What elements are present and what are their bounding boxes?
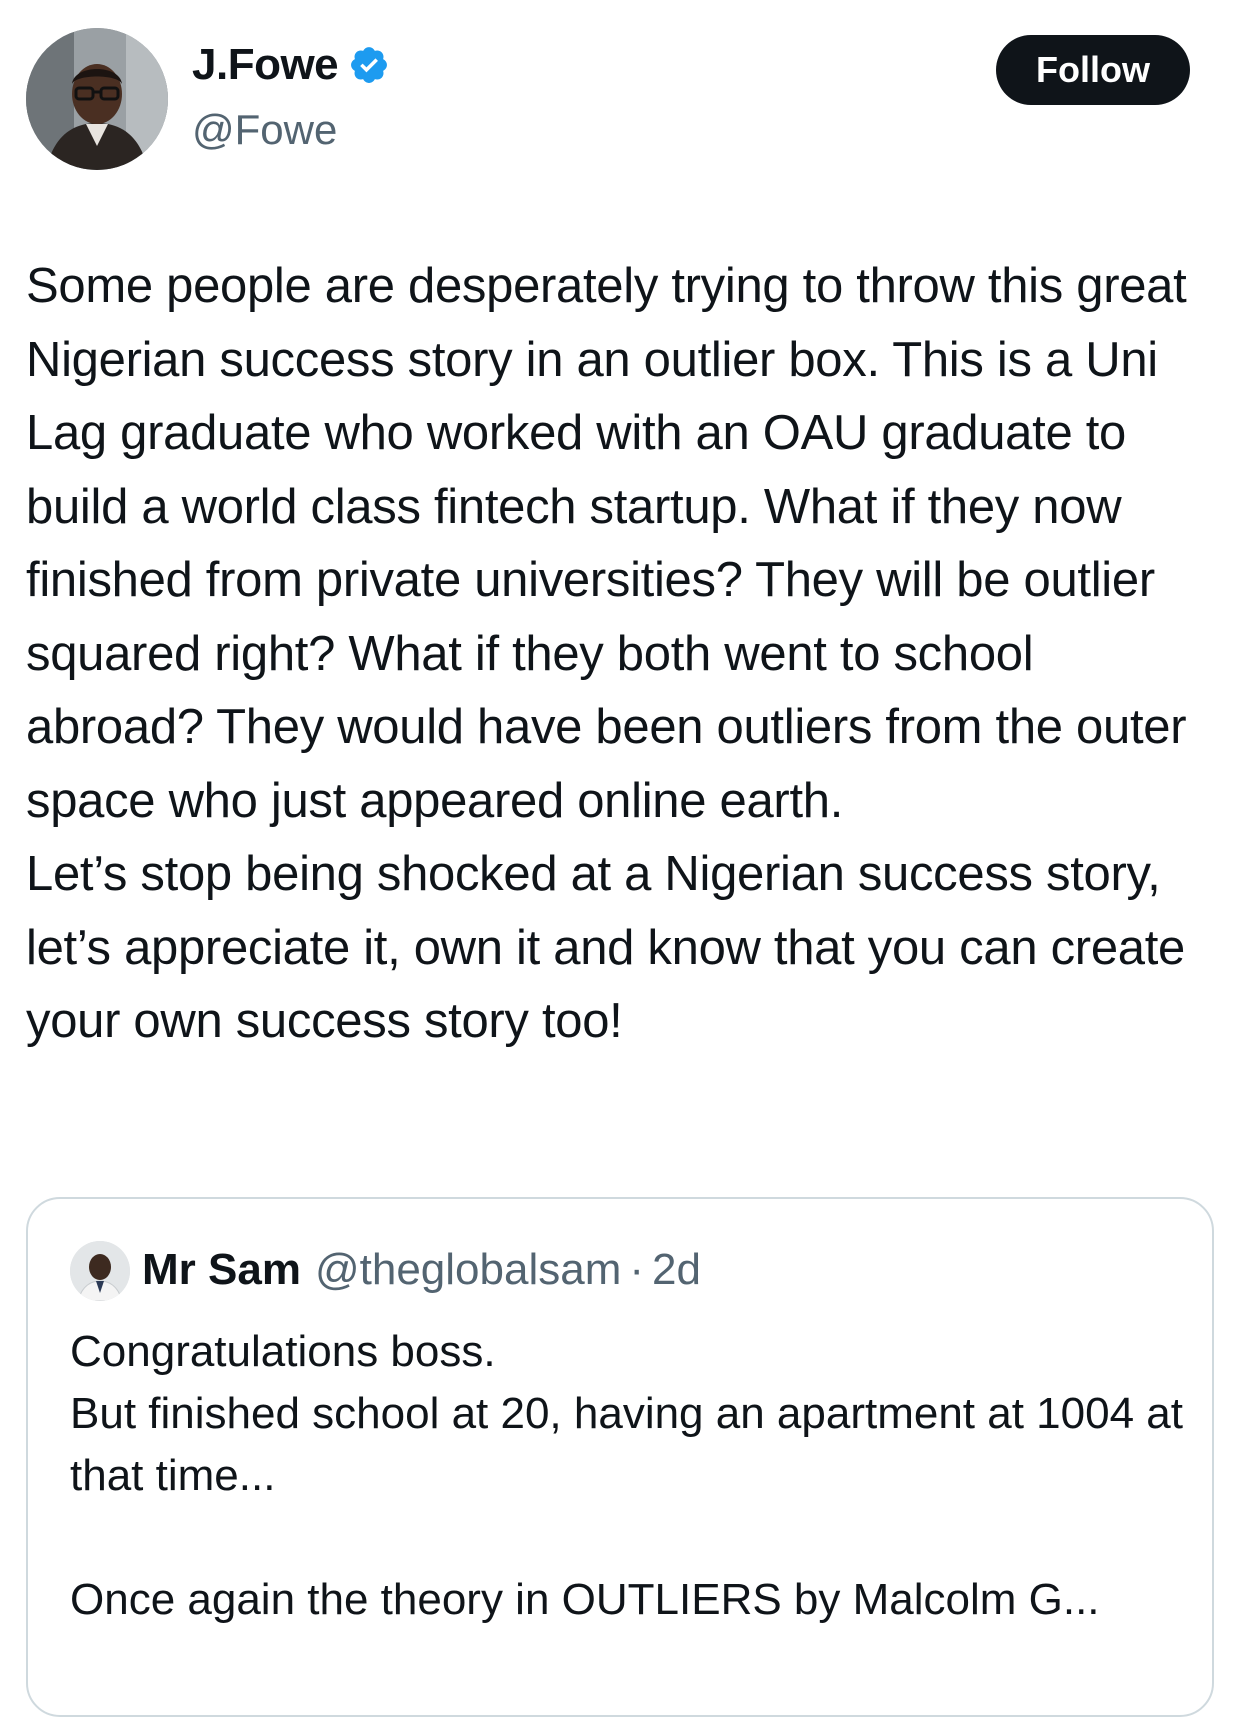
quote-header: Mr Sam @theglobalsam · 2d bbox=[142, 1245, 701, 1295]
author-display-name[interactable]: J.Fowe bbox=[192, 40, 339, 90]
quote-separator: · bbox=[629, 1245, 644, 1294]
profile-photo-icon bbox=[26, 28, 168, 170]
quote-avatar bbox=[70, 1241, 130, 1301]
quoted-tweet-card[interactable]: Mr Sam @theglobalsam · 2d Congratulation… bbox=[26, 1197, 1214, 1717]
profile-photo-icon bbox=[70, 1241, 130, 1301]
author-name-row[interactable]: J.Fowe bbox=[192, 40, 390, 90]
quote-display-name[interactable]: Mr Sam bbox=[142, 1245, 301, 1295]
quote-handle[interactable]: @theglobalsam bbox=[315, 1245, 621, 1295]
tweet-text: Some people are desperately trying to th… bbox=[26, 259, 1187, 1048]
author-handle[interactable]: @Fowe bbox=[192, 106, 337, 154]
verified-badge-icon bbox=[351, 47, 388, 83]
quote-timestamp[interactable]: 2d bbox=[652, 1245, 701, 1295]
quote-text: Congratulations boss. But finished schoo… bbox=[70, 1327, 1183, 1624]
follow-button[interactable]: Follow bbox=[996, 35, 1190, 105]
author-avatar[interactable] bbox=[26, 28, 168, 170]
